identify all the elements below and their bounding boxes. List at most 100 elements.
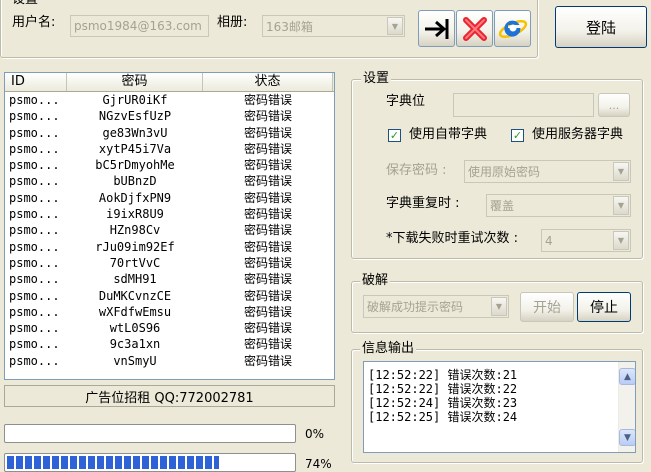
progress-bar-2 [4, 453, 296, 472]
album-select-value: 163邮箱 [266, 19, 313, 34]
table-row[interactable]: psmo... vnSmyU 密码错误 [5, 353, 334, 369]
table-row[interactable]: psmo... bUBnzD 密码错误 [5, 173, 334, 189]
column-password[interactable]: 密码 [67, 73, 203, 91]
row-id: psmo... [9, 337, 60, 352]
row-id: psmo... [9, 93, 60, 107]
row-password: rJu09im92Ef [95, 239, 175, 254]
server-dict-label: 使用服务器字典 [532, 127, 624, 142]
table-row[interactable]: psmo... 9c3a1xn 密码错误 [5, 336, 334, 352]
builtin-dict-checkbox[interactable]: ✓ [388, 129, 401, 142]
table-row[interactable]: psmo... NGzvEsfUzP 密码错误 [5, 108, 334, 124]
row-status: 密码错误 [243, 141, 292, 156]
table-row[interactable]: psmo... DuMKCvnzCE 密码错误 [5, 288, 334, 304]
column-status[interactable]: 状态 [203, 73, 333, 91]
scroll-down-icon[interactable]: ▼ [619, 429, 635, 446]
browse-button[interactable]: ... [598, 93, 630, 117]
chevron-down-icon[interactable]: ▼ [491, 297, 507, 316]
save-pwd-label: 保存密码 : [386, 163, 447, 178]
login-button[interactable]: 登陆 [555, 6, 647, 48]
row-password: AokDjfxPN9 [98, 190, 172, 205]
start-button[interactable]: 开始 [520, 292, 574, 322]
table-row[interactable]: psmo... AokDjfxPN9 密码错误 [5, 190, 334, 206]
log-line: [12:52:22] 错误次数:22 [368, 382, 518, 396]
row-password: DuMKCvnzCE [98, 288, 172, 303]
dict-repeat-value: 覆盖 [490, 199, 515, 213]
row-id: psmo... [9, 223, 60, 238]
table-row[interactable]: psmo... ge83Wn3vU 密码错误 [5, 125, 334, 141]
chevron-down-icon[interactable]: ▼ [613, 162, 629, 181]
table-row[interactable]: psmo... xytP45i7Va 密码错误 [5, 141, 334, 157]
row-password: wXFdfwEmsu [98, 304, 172, 319]
table-row[interactable]: psmo... 70rtVvC 密码错误 [5, 255, 334, 271]
row-status: 密码错误 [243, 207, 292, 222]
dict-repeat-select[interactable]: 覆盖 ▼ [486, 194, 631, 217]
row-status: 密码错误 [243, 109, 292, 124]
table-row[interactable]: psmo... wtL0S96 密码错误 [5, 320, 334, 336]
username-label: 用户名: [12, 15, 56, 30]
row-password: wtL0S96 [109, 321, 161, 336]
scroll-up-icon[interactable]: ▲ [619, 368, 635, 385]
table-row[interactable]: psmo... rJu09im92Ef 密码错误 [5, 239, 334, 255]
row-status: 密码错误 [243, 321, 292, 336]
account-group-title: 设置 [10, 0, 41, 7]
crack-mode-value: 破解成功提示密码 [367, 300, 464, 314]
row-status: 密码错误 [243, 223, 292, 238]
result-list[interactable]: ID 密码 状态 psmo... GjrUR0iKf 密码错误 psmo... NGzv… [4, 72, 335, 380]
server-dict-checkbox[interactable]: ✓ [511, 129, 524, 142]
save-pwd-select[interactable]: 使用原始密码 ▼ [464, 160, 631, 183]
progress-label-1: 0% [305, 427, 325, 441]
chevron-down-icon[interactable]: ▼ [387, 17, 403, 35]
row-status: 密码错误 [243, 125, 292, 140]
row-id: psmo... [9, 158, 60, 173]
chevron-down-icon[interactable]: ▼ [613, 196, 629, 215]
table-row[interactable]: psmo... HZn98Cv 密码错误 [5, 222, 334, 238]
username-field[interactable]: psmo1984@163.com [70, 15, 209, 37]
table-row[interactable]: psmo... bC5rDmyohMe 密码错误 [5, 157, 334, 173]
row-password: bC5rDmyohMe [95, 158, 175, 173]
crack-group-title: 破解 [360, 273, 391, 288]
table-row[interactable]: psmo... wXFdfwEmsu 密码错误 [5, 304, 334, 320]
row-status: 密码错误 [243, 174, 292, 189]
retry-label: *下载失败时重试次数 : [386, 231, 519, 246]
chevron-down-icon[interactable]: ▼ [613, 231, 629, 250]
row-password: NGzvEsfUzP [98, 109, 172, 124]
table-row[interactable]: psmo... i9ixR8U9 密码错误 [5, 206, 334, 222]
row-id: psmo... [9, 109, 60, 124]
table-row[interactable]: psmo... GjrUR0iKf 密码错误 [5, 92, 334, 108]
stop-button[interactable]: 停止 [577, 292, 631, 322]
row-id: psmo... [9, 255, 60, 270]
row-password: i9ixR8U9 [106, 207, 164, 222]
row-password: 70rtVvC [109, 255, 161, 270]
row-id: psmo... [9, 190, 60, 205]
progress-bar-1 [4, 424, 296, 443]
dict-path-field[interactable] [453, 93, 594, 117]
row-id: psmo... [9, 207, 60, 222]
list-header: ID 密码 状态 [5, 73, 334, 92]
row-id: psmo... [9, 239, 60, 254]
delete-button[interactable] [456, 10, 493, 47]
retry-value: 4 [545, 233, 553, 248]
row-status: 密码错误 [243, 93, 292, 107]
settings-group-title: 设置 [361, 71, 392, 86]
row-password: vnSmyU [113, 353, 157, 368]
album-select[interactable]: 163邮箱 ▼ [262, 15, 405, 37]
column-id[interactable]: ID [5, 73, 67, 91]
row-id: psmo... [9, 321, 60, 336]
import-button[interactable] [418, 10, 455, 47]
row-password: bUBnzD [113, 174, 157, 189]
row-id: psmo... [9, 288, 60, 303]
table-row[interactable]: psmo... sdMH91 密码错误 [5, 271, 334, 287]
log-scrollbar[interactable]: ▲ ▼ [618, 362, 635, 452]
browser-button[interactable] [494, 10, 531, 47]
row-password: 9c3a1xn [109, 337, 161, 352]
retry-select[interactable]: 4 ▼ [541, 229, 631, 252]
row-id: psmo... [9, 125, 60, 140]
row-status: 密码错误 [243, 353, 292, 368]
ie-browser-icon [498, 19, 527, 38]
row-status: 密码错误 [243, 255, 292, 270]
log-line: [12:52:24] 错误次数:23 [368, 396, 518, 410]
crack-mode-select[interactable]: 破解成功提示密码 ▼ [363, 295, 509, 318]
row-status: 密码错误 [243, 288, 292, 303]
arrow-right-icon [424, 18, 448, 39]
log-output[interactable]: [12:52:22] 错误次数:21 [12:52:22] 错误次数:22 [12:… [363, 361, 636, 453]
